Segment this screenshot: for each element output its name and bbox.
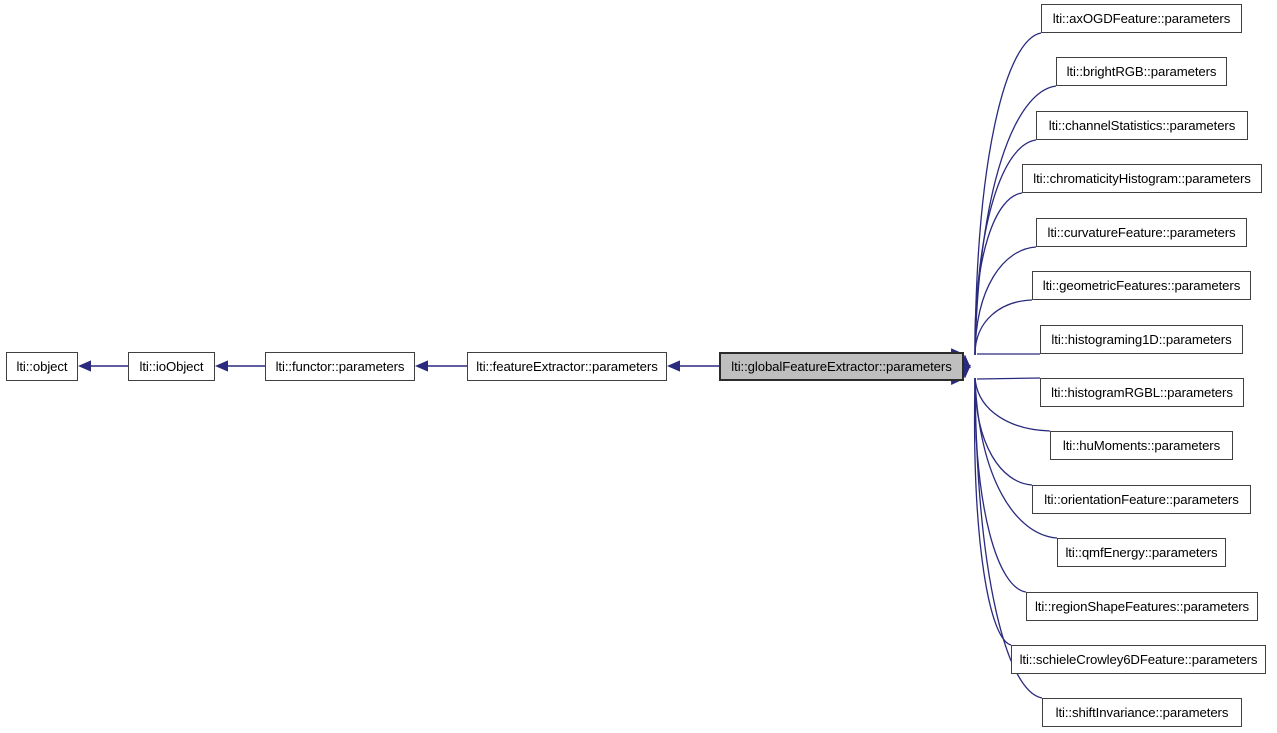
class-node-label: lti::chromaticityHistogram::parameters [1033,171,1251,186]
inheritance-edge-derived-4 [974,246,1037,356]
class-node-label: lti::orientationFeature::parameters [1044,492,1239,507]
class-node-lti-ioobject[interactable]: lti::ioObject [128,352,215,381]
class-node-lti-schielecrowley6dfeature-parameters[interactable]: lti::schieleCrowley6DFeature::parameters [1011,645,1266,674]
arrowhead-chain-3 [667,360,680,372]
class-node-lti-channelstatistics-parameters[interactable]: lti::channelStatistics::parameters [1036,111,1248,140]
class-node-label: lti::brightRGB::parameters [1066,64,1217,79]
inheritance-edge-derived-7 [976,377,1041,380]
class-node-lti-shiftinvariance-parameters[interactable]: lti::shiftInvariance::parameters [1042,698,1242,727]
class-node-label: lti::shiftInvariance::parameters [1055,705,1229,720]
class-node-lti-functor-parameters[interactable]: lti::functor::parameters [265,352,415,381]
class-node-lti-brightrgb-parameters[interactable]: lti::brightRGB::parameters [1056,57,1227,86]
class-node-lti-globalfeatureextractor-parameters[interactable]: lti::globalFeatureExtractor::parameters [719,352,964,381]
class-node-label: lti::schieleCrowley6DFeature::parameters [1019,652,1258,667]
class-node-lti-object[interactable]: lti::object [6,352,78,381]
class-node-lti-chromaticityhistogram-parameters[interactable]: lti::chromaticityHistogram::parameters [1022,164,1262,193]
class-node-label: lti::huMoments::parameters [1062,438,1221,453]
class-node-label: lti::histograming1D::parameters [1051,332,1232,347]
class-node-lti-regionshapefeatures-parameters[interactable]: lti::regionShapeFeatures::parameters [1026,592,1258,621]
class-node-lti-qmfenergy-parameters[interactable]: lti::qmfEnergy::parameters [1057,538,1226,567]
class-node-label: lti::channelStatistics::parameters [1048,118,1236,133]
class-node-label: lti::curvatureFeature::parameters [1047,225,1236,240]
class-node-lti-histogramrgbl-parameters[interactable]: lti::histogramRGBL::parameters [1040,378,1244,407]
inheritance-edge-derived-12 [973,377,1012,646]
arrowhead-chain-2 [415,360,428,372]
class-node-lti-featureextractor-parameters[interactable]: lti::featureExtractor::parameters [467,352,667,381]
class-node-label: lti::geometricFeatures::parameters [1042,278,1241,293]
class-node-label: lti::object [16,359,68,374]
inheritance-edge-derived-5 [974,299,1033,356]
arrowhead-chain-0 [78,360,91,372]
class-node-label: lti::histogramRGBL::parameters [1051,385,1233,400]
class-node-lti-orientationfeature-parameters[interactable]: lti::orientationFeature::parameters [1032,485,1251,514]
class-node-lti-curvaturefeature-parameters[interactable]: lti::curvatureFeature::parameters [1036,218,1247,247]
inheritance-diagram: lti::object lti::ioObject lti::functor::pa… [0,0,1277,733]
inheritance-edge-derived-9 [974,377,1033,486]
class-node-label: lti::globalFeatureExtractor::parameters [731,359,952,374]
class-node-label: lti::regionShapeFeatures::parameters [1034,599,1250,614]
class-node-label: lti::axOGDFeature::parameters [1052,11,1231,26]
class-node-lti-humoments-parameters[interactable]: lti::huMoments::parameters [1050,431,1233,460]
inheritance-edge-derived-8 [974,377,1051,432]
class-node-label: lti::ioObject [139,359,204,374]
class-node-label: lti::functor::parameters [275,359,405,374]
arrowhead-chain-1 [215,360,228,372]
class-node-lti-geometricfeatures-parameters[interactable]: lti::geometricFeatures::parameters [1032,271,1251,300]
inheritance-edge-derived-0 [974,32,1042,356]
class-node-lti-histograming1d-parameters[interactable]: lti::histograming1D::parameters [1040,325,1243,354]
inheritance-edge-derived-3 [974,192,1023,356]
class-node-label: lti::featureExtractor::parameters [476,359,658,374]
class-node-label: lti::qmfEnergy::parameters [1065,545,1218,560]
class-node-lti-axogdfeature-parameters[interactable]: lti::axOGDFeature::parameters [1041,4,1242,33]
